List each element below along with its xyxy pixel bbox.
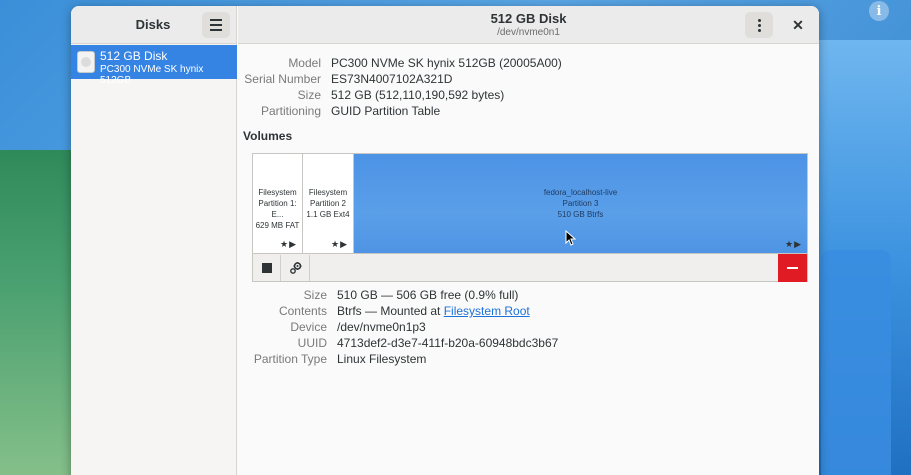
- disk-info-row: Model PC300 NVMe SK hynix 512GB (20005A0…: [238, 56, 738, 71]
- close-icon: ✕: [792, 16, 804, 33]
- hamburger-menu-button[interactable]: [202, 12, 230, 38]
- volume-info-row: Contents Btrfs — Mounted at Filesystem R…: [238, 304, 798, 319]
- disk-info-value: 512 GB (512,110,190,592 bytes): [331, 88, 505, 102]
- page-subtitle: /dev/nvme0n1: [497, 27, 560, 38]
- volume-info-row: UUID 4713def2-d3e7-411f-b20a-60948bdc3b6…: [238, 336, 798, 351]
- partition-flags-icon: ★▶: [331, 239, 348, 249]
- partition-type: Filesystem: [258, 188, 297, 197]
- volume-info-value: Btrfs — Mounted at Filesystem Root: [337, 304, 530, 318]
- main-header: 512 GB Disk /dev/nvme0n1 ✕: [238, 6, 819, 44]
- partition-type: fedora_localhost-live: [543, 188, 618, 197]
- volume-info-value: Linux Filesystem: [337, 352, 427, 366]
- delete-partition-button[interactable]: [778, 254, 807, 282]
- gears-icon: [289, 262, 301, 274]
- disk-item-model: PC300 NVMe SK hynix 512GB: [100, 64, 204, 86]
- volume-info-row: Partition Type Linux Filesystem: [238, 352, 798, 367]
- sidebar-header: Disks: [71, 6, 236, 44]
- partition-name: Partition 3: [562, 199, 599, 208]
- page-title: 512 GB Disk: [490, 11, 567, 26]
- disk-info-row: Partitioning GUID Partition Table: [238, 104, 738, 119]
- volume-info-value: 4713def2-d3e7-411f-b20a-60948bdc3b67: [337, 336, 559, 350]
- volume-toolbar: [253, 253, 807, 282]
- partition-size: 629 MB FAT: [255, 221, 300, 230]
- disk-info-row: Serial Number ES73N4007102A321D: [238, 72, 738, 87]
- main-panel: 512 GB Disk /dev/nvme0n1 ✕ Model PC300 N…: [238, 6, 819, 475]
- partition-1[interactable]: Filesystem Partition 1: E... 629 MB FAT …: [253, 154, 303, 253]
- disk-info-value: ES73N4007102A321D: [331, 72, 453, 86]
- disk-info-label: Serial Number: [244, 72, 321, 86]
- volume-info-row: Size 510 GB — 506 GB free (0.9% full): [238, 288, 798, 303]
- disk-info-row: Size 512 GB (512,110,190,592 bytes): [238, 88, 738, 103]
- volume-info-label: UUID: [297, 336, 327, 350]
- partition-flags-icon: ★▶: [785, 239, 802, 249]
- unmount-button[interactable]: [253, 255, 281, 281]
- partition-2[interactable]: Filesystem Partition 2 1.1 GB Ext4 ★▶: [303, 154, 354, 253]
- minus-icon: [787, 267, 798, 269]
- sidebar: Disks 512 GB Disk PC300 NVMe SK hynix 51…: [71, 6, 237, 475]
- disk-info-label: Model: [288, 56, 321, 70]
- mouse-cursor-icon: [565, 230, 577, 246]
- partition-size: 510 GB Btrfs: [557, 210, 604, 219]
- volumes-graph: Filesystem Partition 1: E... 629 MB FAT …: [252, 153, 808, 282]
- partition-name: Partition 2: [309, 199, 347, 208]
- desktop-background-panel: [821, 250, 891, 475]
- partition-options-button[interactable]: [282, 255, 310, 281]
- volume-info-label: Size: [303, 288, 327, 302]
- partition-type: Filesystem: [308, 188, 348, 197]
- sidebar-item-disk[interactable]: 512 GB Disk PC300 NVMe SK hynix 512GB: [71, 45, 237, 86]
- partition-flags-icon: ★▶: [280, 239, 297, 249]
- volume-info-value: 510 GB — 506 GB free (0.9% full): [337, 288, 519, 302]
- disk-drive-icon: [77, 51, 95, 73]
- disk-info-value: GUID Partition Table: [331, 104, 441, 118]
- disk-info-label: Size: [297, 88, 321, 102]
- volume-info-label: Device: [290, 320, 327, 334]
- disk-info-value: PC300 NVMe SK hynix 512GB (20005A00): [331, 56, 562, 70]
- volume-info-value: /dev/nvme0n1p3: [337, 320, 426, 334]
- partition-name: Partition 1: E...: [258, 199, 297, 219]
- volumes-heading: Volumes: [243, 129, 293, 143]
- contents-text: Btrfs — Mounted at: [337, 304, 444, 318]
- partition-3[interactable]: fedora_localhost-live Partition 3 510 GB…: [354, 154, 807, 253]
- disks-window: Disks 512 GB Disk PC300 NVMe SK hynix 51…: [71, 6, 819, 475]
- desktop-background-left: [0, 150, 80, 475]
- disk-info-label: Partitioning: [260, 104, 321, 118]
- close-button[interactable]: ✕: [788, 15, 808, 35]
- volume-info-label: Contents: [278, 304, 327, 318]
- volume-info-label: Partition Type: [253, 352, 327, 366]
- kebab-icon: [757, 18, 761, 22]
- filesystem-root-link[interactable]: Filesystem Root: [444, 304, 530, 318]
- hamburger-icon: [210, 19, 222, 21]
- drive-menu-button[interactable]: [745, 12, 773, 38]
- stop-icon: [261, 263, 272, 273]
- volume-info-row: Device /dev/nvme0n1p3: [238, 320, 798, 335]
- info-icon[interactable]: i: [869, 1, 889, 21]
- disk-item-name: 512 GB Disk: [100, 49, 168, 63]
- partition-size: 1.1 GB Ext4: [306, 210, 350, 219]
